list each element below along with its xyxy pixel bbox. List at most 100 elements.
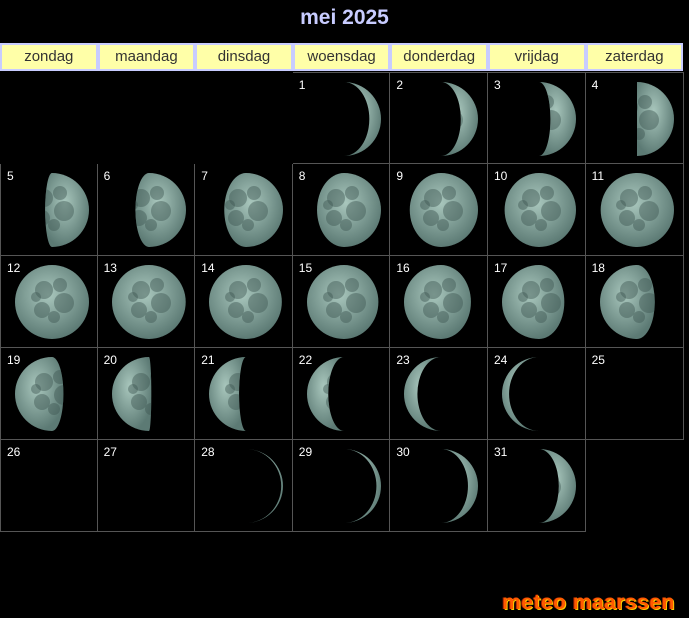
weekday-sunday: zondag: [0, 43, 98, 71]
moon-lit-area: [501, 357, 539, 431]
day-cell: 12: [0, 256, 98, 348]
moon-mare: [228, 302, 245, 318]
day-number: 5: [7, 169, 14, 183]
moon-mare: [424, 373, 442, 391]
weekday-monday: maandag: [97, 43, 196, 71]
moon-lit-area: [441, 82, 479, 156]
day-cell: 20: [97, 348, 196, 440]
moon-mare: [423, 119, 439, 135]
moon-mare: [420, 109, 430, 119]
moon-mare: [540, 370, 554, 384]
moon-mare: [228, 210, 245, 226]
moon-mare: [134, 189, 150, 207]
moon-mare: [34, 302, 50, 318]
moon-mare: [437, 219, 450, 231]
empty-cell: [98, 72, 196, 164]
moon-mare: [615, 200, 626, 210]
moon-mare: [423, 210, 440, 226]
moon-mare: [534, 311, 547, 323]
day-cell: 28: [195, 440, 293, 532]
moon-mare: [344, 186, 359, 200]
moon-mare: [149, 278, 164, 292]
day-cell: 31: [487, 440, 586, 532]
moon-mare: [150, 201, 171, 221]
moon-mare: [343, 495, 352, 507]
moon-lit-area: [441, 449, 479, 523]
moon-lit-area: [209, 357, 247, 431]
moon-mare: [149, 186, 164, 200]
moon-mare: [247, 370, 261, 384]
day-cell: 26: [0, 440, 98, 532]
moon-mare: [326, 119, 342, 135]
moon-mare: [346, 385, 366, 405]
moon-mare: [538, 128, 547, 140]
moon-mare: [521, 373, 539, 391]
moon-mare: [31, 200, 41, 210]
moon-mare: [247, 186, 262, 200]
moon-mare: [420, 292, 431, 302]
moon-mare: [130, 394, 147, 410]
moon-mare: [442, 370, 456, 384]
moon-mare: [247, 278, 262, 292]
moon-mare: [344, 278, 359, 292]
day-cell: 9: [390, 164, 488, 256]
moon-mare: [248, 293, 269, 313]
weekday-header: zondag maandag dinsdag woensdag donderda…: [0, 43, 689, 71]
moon-lit-area: [15, 265, 89, 339]
moon-mare: [517, 384, 528, 394]
moon-phase-icon: [134, 173, 186, 247]
moon-phase-icon: [111, 265, 186, 339]
moon-mare: [538, 98, 540, 116]
moon-mare: [534, 219, 547, 231]
moon-mare: [423, 486, 439, 502]
moon-mare: [615, 292, 626, 302]
moon-mare: [248, 385, 268, 405]
moon-mare: [541, 385, 561, 405]
weekday-saturday: zaterdag: [585, 43, 684, 71]
moon-mare: [127, 292, 138, 302]
moon-phase-icon: [31, 173, 89, 247]
moon-mare: [443, 385, 463, 405]
site-logo: meteo maarssen: [502, 591, 675, 614]
moon-mare: [540, 293, 561, 313]
day-cell: 21: [195, 348, 293, 440]
moon-mare: [247, 462, 262, 476]
moon-phase-icon: [501, 265, 565, 339]
moon-mare: [518, 109, 528, 119]
day-cell: 16: [390, 256, 488, 348]
moon-mare: [443, 477, 464, 497]
moon-mare: [45, 189, 53, 207]
moon-mare: [322, 292, 333, 302]
moon-mare: [637, 186, 652, 200]
weekday-wednesday: woensdag: [292, 43, 391, 71]
moon-phase-icon: [111, 449, 187, 525]
moon-mare: [228, 394, 245, 410]
moon-mare: [539, 186, 554, 200]
moon-mare: [632, 219, 645, 231]
moon-mare: [441, 495, 450, 507]
moon-phase-icon: [410, 173, 479, 247]
moon-mare: [225, 384, 236, 394]
moon-mare: [339, 311, 352, 323]
day-cell: 30: [390, 440, 488, 532]
moon-phase-icon: [209, 265, 283, 339]
empty-cell: [195, 72, 293, 164]
moon-lit-area: [504, 173, 576, 247]
day-cell: 19: [0, 348, 98, 440]
moon-mare: [345, 293, 366, 313]
moon-mare: [225, 292, 236, 302]
moon-mare: [323, 476, 333, 486]
moon-mare: [534, 403, 539, 415]
weekday-friday: vrijdag: [487, 43, 586, 71]
moon-mare: [134, 200, 138, 210]
moon-lit-area: [343, 82, 381, 156]
day-cell: 3: [487, 72, 586, 164]
moon-mare: [343, 98, 345, 116]
moon-mare: [538, 465, 540, 483]
weekday-tuesday: dinsdag: [195, 43, 293, 71]
moon-mare: [632, 311, 645, 323]
moon-mare: [54, 385, 64, 405]
moon-mare: [246, 495, 255, 507]
moon-mare: [443, 293, 464, 313]
moon-mare: [540, 477, 561, 497]
